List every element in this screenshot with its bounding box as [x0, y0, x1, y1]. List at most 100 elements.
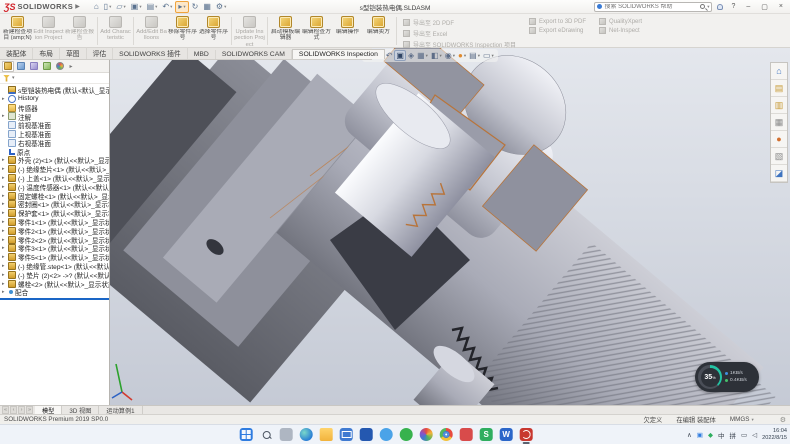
tray-expand-icon[interactable]: ∧: [687, 431, 692, 439]
new-inspection-project-button[interactable]: 新建检查项目 (amp;N): [2, 15, 33, 47]
motion-study-tab[interactable]: 运动算例1: [99, 406, 142, 414]
edit-appearance-icon[interactable]: ●▾: [457, 51, 467, 60]
configurationmanager-tab[interactable]: [28, 61, 40, 72]
tab-nav-arrow[interactable]: «: [2, 406, 9, 414]
file-explorer-icon[interactable]: ▥: [771, 97, 787, 114]
launch-template-editor-button[interactable]: 启动模板编辑器: [270, 15, 301, 47]
tab-mbd[interactable]: MBD: [188, 50, 216, 59]
select-icon[interactable]: ▸▾: [175, 1, 188, 13]
rebuild-icon[interactable]: ↻: [190, 2, 201, 12]
search-caret-icon[interactable]: ▾: [707, 4, 709, 10]
export-command[interactable]: QualityXpert: [599, 18, 642, 25]
open-icon[interactable]: ▱▾: [114, 2, 127, 12]
apply-scene-icon[interactable]: ▤▾: [468, 51, 481, 60]
print-icon[interactable]: ▤▾: [145, 2, 160, 12]
display-settings-icon[interactable]: ▦: [201, 2, 213, 12]
restore-button[interactable]: ▢: [758, 3, 771, 11]
status-options-icon[interactable]: ⚙: [780, 416, 786, 424]
sign-in-icon[interactable]: [717, 4, 723, 10]
tab-nav-arrow[interactable]: ›: [18, 406, 25, 414]
volume-icon[interactable]: ◁: [752, 431, 757, 439]
task-view-button[interactable]: [280, 428, 293, 441]
start-button[interactable]: [240, 428, 253, 441]
filter-caret-icon[interactable]: ▾: [12, 75, 15, 81]
appearances-icon[interactable]: ●: [771, 131, 787, 148]
tab-sketch[interactable]: 草图: [60, 47, 87, 59]
close-button[interactable]: ×: [776, 3, 786, 10]
search-button[interactable]: [260, 428, 273, 441]
section-view-icon[interactable]: ▣: [394, 50, 406, 61]
home-icon[interactable]: ⌂: [92, 2, 101, 12]
export-command[interactable]: Export to 3D PDF: [529, 18, 586, 25]
ime-mode-indicator[interactable]: 拼: [729, 430, 736, 440]
edit-operations-button[interactable]: 编辑操作: [332, 15, 363, 47]
forum-icon[interactable]: ◪: [771, 165, 787, 182]
tab-layout[interactable]: 布局: [33, 47, 60, 59]
rollback-bar[interactable]: [0, 298, 109, 300]
tree-item-history[interactable]: ▸ History: [0, 95, 109, 104]
solidworks-logo[interactable]: ƷS SOLIDWORKS ▶: [0, 2, 84, 12]
taskbar-clock[interactable]: 16:04 2022/8/15: [762, 428, 787, 441]
3d-drawing-view-icon[interactable]: ◈: [407, 51, 415, 60]
search-input[interactable]: [604, 4, 698, 10]
view-palette-icon[interactable]: ▦: [771, 114, 787, 131]
app-green-icon[interactable]: [400, 428, 413, 441]
dimxpertmanager-tab[interactable]: [41, 61, 53, 72]
export-command[interactable]: Net-Inspect: [599, 27, 642, 34]
new-document-icon[interactable]: ▯▾: [102, 2, 114, 12]
cloud-app-icon[interactable]: [380, 428, 393, 441]
status-units[interactable]: MMGS▾: [730, 416, 754, 423]
word-icon[interactable]: W: [500, 428, 513, 441]
tab-nav-arrow[interactable]: »: [26, 406, 33, 414]
edit-inspection-project-button[interactable]: Edit Inspection Project: [33, 15, 64, 47]
file-explorer-icon[interactable]: [320, 428, 333, 441]
tray-app-icon[interactable]: ▣: [697, 431, 703, 439]
expand-arrow-icon[interactable]: ▸: [2, 289, 8, 295]
app-s-icon[interactable]: S: [480, 428, 493, 441]
chrome-icon[interactable]: [440, 428, 453, 441]
display-tray-icon[interactable]: ▭: [741, 431, 747, 439]
help-search-box[interactable]: ▾: [594, 2, 712, 12]
edit-vendor-button[interactable]: 编辑卖方: [363, 15, 394, 47]
featuremanager-tab[interactable]: [2, 61, 14, 72]
tree-root-assembly[interactable]: ▸ s型铠装热电偶 (默认<默认_显示状态-1: [0, 85, 109, 95]
tab-evaluate[interactable]: 评估: [87, 47, 114, 59]
tree-item-mates[interactable]: ▸ 配合: [0, 288, 109, 297]
new-inspection-report-button[interactable]: 新建检查报告: [64, 15, 95, 47]
performance-monitor-bubble[interactable]: 35% 1KB/s 0.4KB/s: [695, 362, 759, 392]
display-style-icon[interactable]: ◧▾: [430, 51, 443, 60]
remove-balloons-button[interactable]: 移除零件序号: [167, 15, 198, 47]
tree-item-front-plane[interactable]: ▸ 前视基准面: [0, 121, 109, 130]
undo-icon[interactable]: ↶▾: [160, 2, 174, 12]
tab-sw-inspection[interactable]: SOLIDWORKS Inspection: [292, 49, 385, 59]
save-icon[interactable]: ▣▾: [129, 2, 144, 12]
previous-view-icon[interactable]: ↶: [385, 51, 394, 60]
hide-show-items-icon[interactable]: ◉▾: [444, 51, 456, 60]
status-editing-assembly[interactable]: 在编辑 装配体: [676, 415, 716, 424]
model-tab[interactable]: 模型: [35, 406, 62, 414]
menu-flyout-icon[interactable]: ▶: [75, 3, 80, 10]
displaymanager-tab[interactable]: [54, 61, 66, 72]
search-icon[interactable]: [700, 4, 705, 9]
store-icon[interactable]: [360, 428, 373, 441]
tree-item-top-plane[interactable]: ▸ 上视基准面: [0, 130, 109, 139]
custom-properties-icon[interactable]: ▧: [771, 148, 787, 165]
tree-filter[interactable]: ▾: [0, 73, 109, 84]
minimize-button[interactable]: –: [743, 3, 753, 10]
help-button[interactable]: ?: [728, 3, 738, 10]
edit-inspection-methods-button[interactable]: 编辑检查方式: [301, 15, 332, 47]
graphics-viewport[interactable]: ◎⊞↶▣◈▦▾◧▾◉▾●▾▤▾▭▾ ⌂▤▥▦●▧◪ 35% 1KB/s 0.4K…: [110, 48, 790, 405]
export-command[interactable]: Export eDrawing: [529, 27, 586, 34]
view-settings-icon[interactable]: ▭▾: [482, 51, 495, 60]
3d-views-tab[interactable]: 3D 视图: [62, 406, 99, 414]
tab-sw-cam[interactable]: SOLIDWORKS CAM: [216, 50, 292, 59]
tab-assembly[interactable]: 装配体: [0, 47, 33, 59]
panel-overflow-tab[interactable]: ▸: [67, 61, 75, 72]
design-library-icon[interactable]: ▤: [771, 80, 787, 97]
solidworks-resources-icon[interactable]: ⌂: [771, 63, 787, 80]
update-inspection-project-button[interactable]: Update Inspection Project: [234, 15, 265, 47]
model-canvas[interactable]: [110, 48, 790, 405]
tray-shield-icon[interactable]: ◆: [708, 431, 713, 439]
solidworks-icon[interactable]: [520, 428, 533, 441]
tree-item-sensors[interactable]: ▸ 传感器: [0, 103, 109, 112]
